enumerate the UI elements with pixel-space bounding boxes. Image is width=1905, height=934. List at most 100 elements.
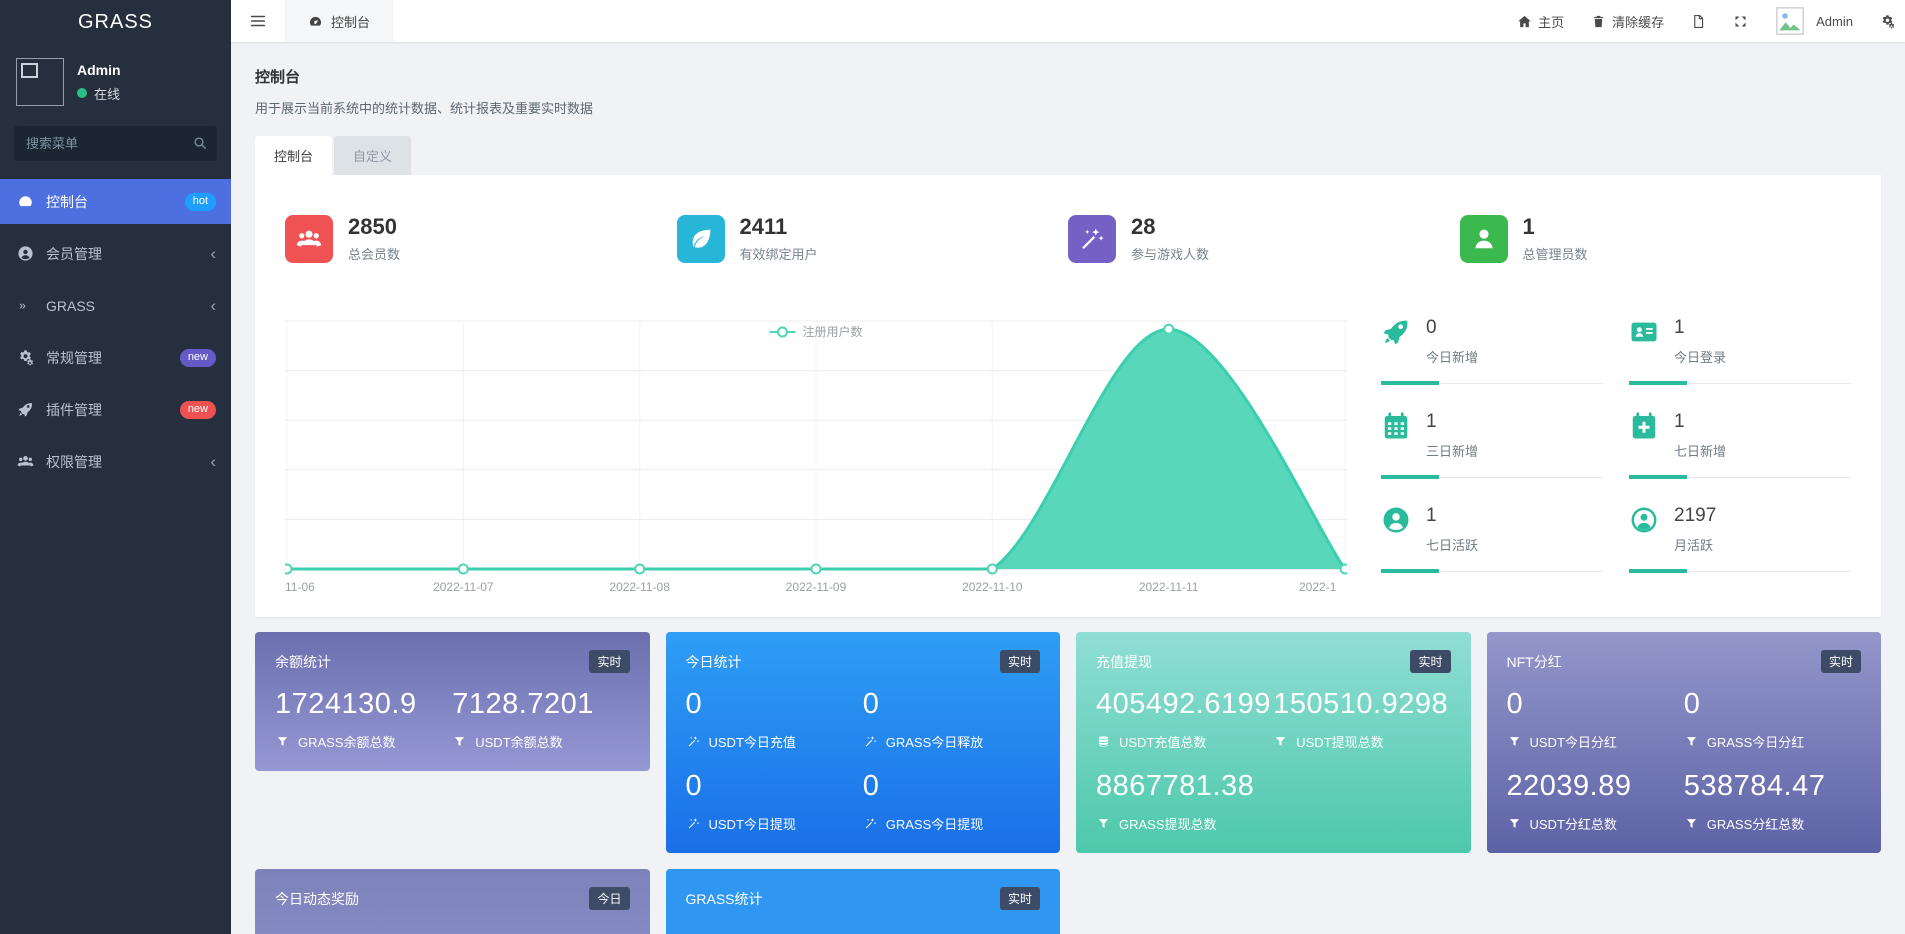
sidebar-toggle-button[interactable] — [231, 0, 285, 42]
home-link[interactable]: 主页 — [1517, 12, 1564, 31]
sidebar-menu-item[interactable]: 会员管理‹ — [0, 231, 231, 276]
user-outline-circle-icon — [1629, 505, 1661, 537]
summary-card: GRASS统计实时 — [666, 869, 1061, 934]
card-stat-value: 0 — [863, 767, 1040, 805]
card-title: 今日统计 — [686, 652, 742, 672]
card-title: 充值提现 — [1096, 652, 1152, 672]
dashboard-panel: 2850总会员数2411有效绑定用户28参与游戏人数1总管理员数 注册用户数 1… — [255, 175, 1881, 617]
home-label: 主页 — [1538, 12, 1564, 31]
svg-text:2022-11-08: 2022-11-08 — [609, 580, 670, 594]
card-stat-value: 538784.47 — [1684, 767, 1861, 805]
user-icon — [1460, 215, 1508, 263]
mini-stat: 1三日新增 — [1381, 411, 1603, 479]
card-stat-label: GRASS提现总数 — [1119, 814, 1217, 833]
sidebar-menu-item[interactable]: 插件管理new — [0, 387, 231, 432]
legend-marker-icon — [769, 331, 795, 333]
sidebar-menu-label: GRASS — [46, 298, 95, 314]
mini-stat-underline — [1381, 475, 1603, 479]
card-stat-label: USDT余额总数 — [475, 732, 562, 751]
sidebar-menu-item[interactable]: 权限管理 ‹ — [0, 439, 231, 484]
topbar-tab-dashboard[interactable]: 控制台 — [285, 0, 393, 42]
stat-card: 2411有效绑定用户 — [677, 215, 1069, 263]
stat-value: 2411 — [740, 215, 818, 239]
card-title: GRASS统计 — [686, 889, 763, 909]
page-subtitle: 用于展示当前系统中的统计数据、统计报表及重要实时数据 — [255, 98, 1881, 117]
card-badge: 实时 — [589, 650, 629, 673]
card-stat-value: 0 — [1684, 685, 1861, 723]
summary-cards-grid: 余额统计实时1724130.9GRASS余额总数7128.7201USDT余额总… — [255, 632, 1881, 934]
search-icon[interactable] — [192, 135, 208, 151]
card-stat-value: 405492.6199 — [1096, 685, 1273, 723]
file-icon — [1691, 14, 1706, 29]
settings-button[interactable] — [1880, 14, 1895, 29]
fullscreen-button[interactable] — [1733, 14, 1748, 29]
mini-stat: 0今日新增 — [1381, 317, 1603, 385]
topbar-username[interactable]: Admin — [1816, 14, 1853, 29]
mini-stat-value: 1 — [1426, 411, 1478, 434]
tab-custom[interactable]: 自定义 — [334, 136, 411, 175]
user-status: 在线 — [77, 84, 121, 103]
sidebar-menu-item[interactable]: »GRASS‹ — [0, 283, 231, 328]
card-stat-label: GRASS余额总数 — [298, 732, 396, 751]
funnel-icon — [275, 734, 290, 749]
stat-card: 1总管理员数 — [1460, 215, 1852, 263]
funnel-icon — [1507, 734, 1522, 749]
sidebar-menu-label: 会员管理 — [46, 244, 102, 264]
sidebar-menu-item[interactable]: 控制台hot — [0, 179, 231, 224]
sidebar-user-panel: Admin 在线 — [0, 44, 231, 116]
mini-stat-value: 0 — [1426, 317, 1478, 340]
clear-cache-label: 清除缓存 — [1612, 12, 1664, 31]
mini-stat-label: 七日活跃 — [1426, 535, 1478, 554]
chart-legend[interactable]: 注册用户数 — [769, 323, 862, 340]
registered-users-chart: 注册用户数 11-062022-11-072022-11-082022-11-0… — [285, 317, 1347, 603]
card-stat-label: USDT充值总数 — [1119, 732, 1206, 751]
chart-row: 注册用户数 11-062022-11-072022-11-082022-11-0… — [285, 317, 1851, 603]
chevron-left-icon: ‹ — [210, 297, 216, 314]
user-status-label: 在线 — [94, 84, 120, 103]
stat-value: 1 — [1523, 215, 1588, 239]
page-log-button[interactable] — [1691, 14, 1706, 29]
user-name: Admin — [77, 62, 121, 78]
main-area: 控制台 主页 清除缓存 Admin — [231, 0, 1905, 934]
page-head: 控制台 用于展示当前系统中的统计数据、统计报表及重要实时数据 — [255, 42, 1881, 117]
wand-icon — [686, 734, 701, 749]
wand-icon — [863, 816, 878, 831]
tab-dashboard[interactable]: 控制台 — [255, 136, 332, 175]
card-title: 余额统计 — [275, 652, 331, 672]
card-stat-value: 150510.9298 — [1273, 685, 1450, 723]
sidebar-menu-label: 权限管理 — [46, 452, 102, 472]
online-dot-icon — [77, 88, 87, 98]
sidebar-menu-item[interactable]: 常规管理new — [0, 335, 231, 380]
card-badge: 今日 — [589, 887, 629, 910]
gears-icon — [1880, 14, 1895, 29]
mini-stat-value: 1 — [1674, 411, 1726, 434]
mini-stat: 1七日活跃 — [1381, 505, 1603, 573]
card-stat-label: USDT今日提现 — [709, 814, 796, 833]
funnel-icon — [1684, 816, 1699, 831]
rocket-icon — [15, 401, 35, 418]
topbar-actions: 主页 清除缓存 Admin — [1517, 6, 1905, 36]
gears-icon — [15, 349, 35, 366]
card-stat-value: 0 — [686, 767, 863, 805]
id-card-icon — [1629, 317, 1661, 349]
card-stat-value: 8867781.38 — [1096, 767, 1273, 805]
card-stat: 0 GRASS今日分红 — [1684, 685, 1861, 751]
topbar-avatar[interactable] — [1775, 6, 1805, 36]
menu-badge: hot — [185, 193, 216, 211]
mini-stat-value: 1 — [1674, 317, 1726, 340]
sidebar-menu: 控制台hot会员管理‹»GRASS‹常规管理new插件管理new权限管理‹ — [0, 179, 231, 484]
card-stat: 0GRASS今日释放 — [863, 685, 1040, 751]
mini-stat: 2197月活跃 — [1629, 505, 1851, 573]
card-stat-label: GRASS分红总数 — [1707, 814, 1805, 833]
clear-cache-button[interactable]: 清除缓存 — [1591, 12, 1664, 31]
card-stat-label: USDT分红总数 — [1530, 814, 1617, 833]
chevron-left-icon: ‹ — [210, 453, 216, 470]
search-input[interactable] — [14, 126, 217, 161]
card-stat-label: GRASS今日分红 — [1707, 732, 1805, 751]
stat-label: 总会员数 — [348, 244, 400, 263]
card-stat: 7128.7201USDT余额总数 — [452, 685, 629, 751]
database-icon — [1096, 734, 1111, 749]
sidebar: GRASS Admin 在线 控制台hot会员管理‹»GRASS‹常规管理new… — [0, 0, 231, 934]
topbar-tab-label: 控制台 — [331, 12, 370, 31]
card-stat-value: 0 — [863, 685, 1040, 723]
